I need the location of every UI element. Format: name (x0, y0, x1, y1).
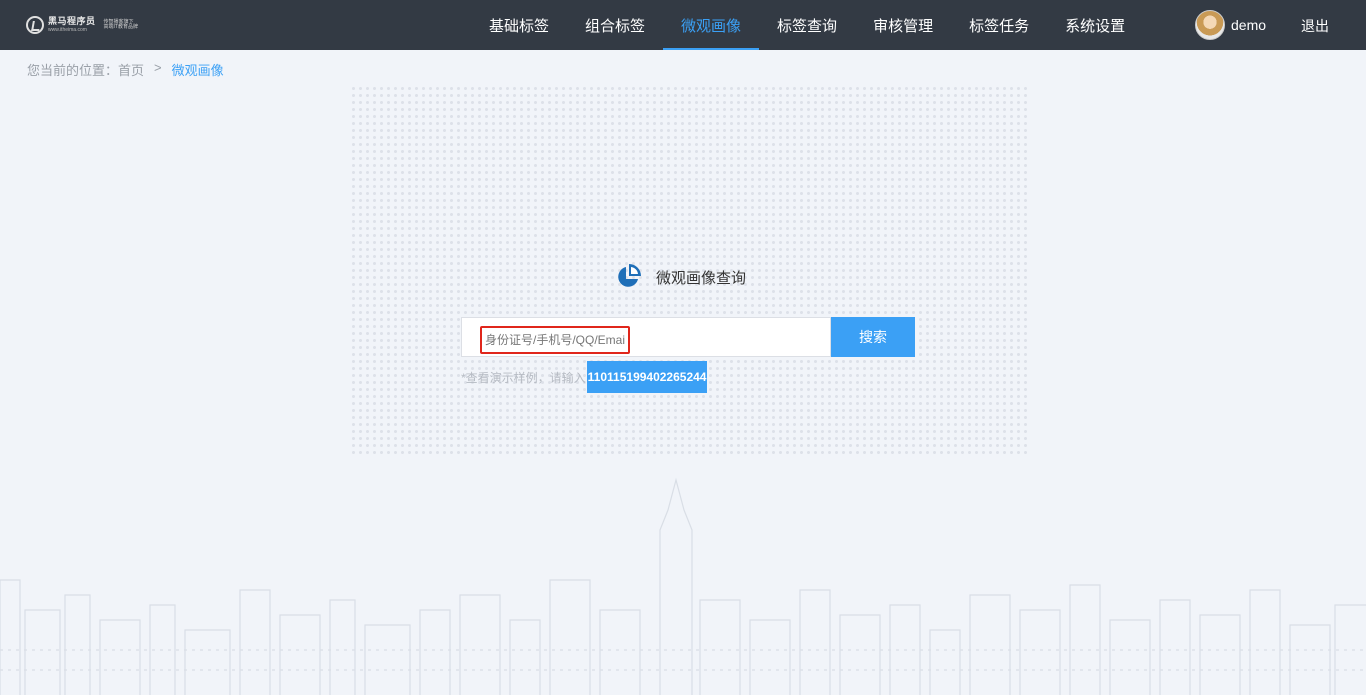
top-navigation-bar: 黑马程序员 www.itheima.com 传智播客旗下 高端IT教育品牌 基础… (0, 0, 1366, 50)
search-button[interactable]: 搜索 (831, 317, 915, 357)
logo-mark-icon (26, 16, 44, 34)
nav-item-tag-query[interactable]: 标签查询 (759, 0, 855, 50)
nav-item-tag-tasks[interactable]: 标签任务 (951, 0, 1047, 50)
nav-item-micro-portrait[interactable]: 微观画像 (663, 0, 760, 50)
logout-link[interactable]: 退出 (1301, 16, 1329, 36)
nav-item-combined-tags[interactable]: 组合标签 (567, 0, 663, 50)
main-nav: 基础标签 组合标签 微观画像 标签查询 审核管理 标签任务 系统设置 (471, 0, 1143, 50)
username[interactable]: demo (1231, 17, 1266, 33)
breadcrumb-current: 微观画像 (171, 63, 224, 78)
breadcrumb: 您当前的位置： 首页 > 微观画像 (27, 60, 224, 79)
city-skyline-background (0, 477, 1366, 695)
sample-hint-text: *查看演示样例，请输入 (461, 370, 586, 385)
search-box (461, 317, 831, 357)
logo-slogan-line2: 高端IT教育品牌 (103, 24, 138, 30)
avatar[interactable] (1195, 10, 1225, 40)
sample-id-value[interactable]: 110115199402265244 (586, 361, 708, 393)
breadcrumb-separator: > (154, 60, 162, 75)
logo-brand: 黑马程序员 www.itheima.com (48, 17, 96, 33)
nav-item-review-management[interactable]: 审核管理 (855, 0, 951, 50)
nav-item-basic-tags[interactable]: 基础标签 (471, 0, 567, 50)
logo-brand-name: 黑马程序员 (48, 16, 96, 26)
nav-item-system-settings[interactable]: 系统设置 (1047, 0, 1143, 50)
logo-brand-url: www.itheima.com (48, 27, 87, 33)
pie-chart-icon (618, 264, 641, 287)
sample-hint: *查看演示样例，请输入 110115199402265244 (461, 361, 708, 393)
search-title-row: 微观画像查询 (614, 263, 746, 291)
breadcrumb-home-link[interactable]: 首页 (118, 60, 144, 79)
search-title: 微观画像查询 (656, 269, 747, 287)
logo-slogan: 传智播客旗下 高端IT教育品牌 (103, 19, 138, 31)
search-input[interactable] (480, 326, 630, 354)
itheima-logo[interactable]: 黑马程序员 www.itheima.com 传智播客旗下 高端IT教育品牌 (26, 14, 138, 36)
breadcrumb-prefix: 您当前的位置： (27, 63, 119, 78)
user-menu[interactable]: demo (1195, 9, 1266, 41)
